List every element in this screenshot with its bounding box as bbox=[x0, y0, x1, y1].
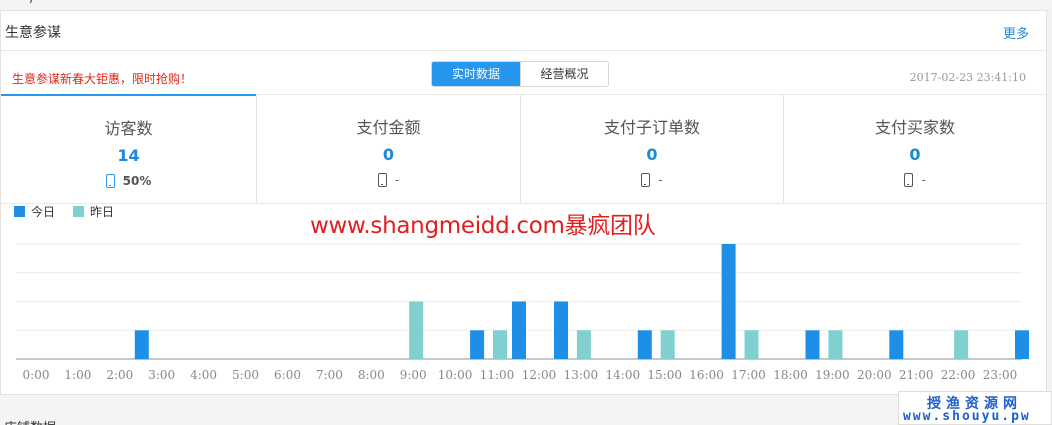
bar-today-20:00[interactable] bbox=[889, 330, 904, 360]
metric-sub-value: - bbox=[394, 173, 400, 187]
x-tick-label: 4:00 bbox=[190, 368, 217, 382]
bar-yesterday-17:00[interactable] bbox=[744, 330, 759, 360]
mobile-phone-icon bbox=[641, 173, 651, 187]
x-tick-label: 10:00 bbox=[438, 368, 473, 382]
chart-legend: 今日 昨日 bbox=[14, 203, 114, 220]
x-tick-label: 17:00 bbox=[731, 368, 766, 382]
metric-sub: - bbox=[521, 173, 783, 187]
x-tick-label: 14:00 bbox=[606, 368, 641, 382]
metric-sub: - bbox=[257, 173, 520, 187]
x-tick-label: 20:00 bbox=[857, 368, 892, 382]
timestamp: 2017-02-23 23:41:10 bbox=[909, 71, 1026, 84]
bar-today-2:00[interactable] bbox=[134, 330, 149, 360]
metric-sub-value: - bbox=[658, 173, 663, 187]
x-tick-label: 3:00 bbox=[148, 368, 175, 382]
x-tick-label: 11:00 bbox=[480, 368, 515, 382]
metric-value: 0 bbox=[909, 145, 921, 164]
promo-link[interactable]: 生意参谋新春大钜惠，限时抢购！ bbox=[12, 70, 192, 87]
bar-today-18:00[interactable] bbox=[805, 330, 820, 360]
bar-yesterday-19:00[interactable] bbox=[828, 330, 843, 360]
panel-title: 生意参谋 bbox=[5, 25, 61, 41]
site-badge: 授渔资源网 www.shouyu.pw bbox=[898, 391, 1052, 425]
bar-today-14:00[interactable] bbox=[637, 330, 652, 360]
legend-label-yesterday: 昨日 bbox=[90, 205, 115, 219]
metric-sub: 50% bbox=[1, 174, 256, 188]
bar-yesterday-15:00[interactable] bbox=[660, 330, 675, 360]
x-tick-label: 13:00 bbox=[564, 368, 599, 382]
x-tick-label: 19:00 bbox=[815, 368, 850, 382]
legend-swatch-yesterday bbox=[73, 206, 85, 217]
x-tick-label: 5:00 bbox=[232, 368, 259, 382]
x-tick-label: 18:00 bbox=[773, 368, 808, 382]
x-tick-label: 1:00 bbox=[64, 368, 91, 382]
mobile-phone-icon bbox=[377, 173, 387, 187]
bar-yesterday-9:00[interactable] bbox=[409, 301, 424, 360]
bar-today-10:00[interactable] bbox=[470, 330, 485, 360]
x-tick-label: 7:00 bbox=[316, 368, 343, 382]
metric-label: 支付子订单数 bbox=[603, 118, 700, 137]
bar-today-16:00[interactable] bbox=[721, 244, 736, 359]
x-tick-label: 8:00 bbox=[358, 368, 385, 382]
metric-value: 0 bbox=[646, 145, 658, 164]
metric-sub-value: 50% bbox=[122, 174, 152, 188]
x-tick-label: 16:00 bbox=[689, 368, 724, 382]
page-root: ——/ 生意参谋 更多 生意参谋新春大钜惠，限时抢购！ 实时数据 经营概况 20… bbox=[0, 0, 1052, 425]
top-strip-text: ——/ bbox=[4, 0, 34, 6]
top-strip: ——/ bbox=[0, 0, 1052, 10]
metric-sub: - bbox=[784, 173, 1046, 187]
bar-today-23:00[interactable] bbox=[1015, 330, 1029, 360]
x-tick-label: 0:00 bbox=[23, 368, 50, 382]
watermark-text: www.shangmeidd.com暴疯团队 bbox=[310, 213, 656, 239]
metric-paid-suborders[interactable]: 支付子订单数 0 - bbox=[520, 95, 783, 203]
metric-label: 访客数 bbox=[104, 119, 153, 138]
x-tick-label: 21:00 bbox=[899, 368, 934, 382]
x-tick-label: 6:00 bbox=[274, 368, 301, 382]
mobile-phone-icon bbox=[904, 173, 914, 187]
metric-label: 支付金额 bbox=[356, 118, 421, 137]
x-tick-label: 23:00 bbox=[983, 368, 1018, 382]
hourly-bar-chart: 0:00 1:00 2:00 3:00 4:00 5:00 6:00 7:00 8:00 9:00… bbox=[16, 243, 1029, 382]
metric-paying-buyers[interactable]: 支付买家数 0 - bbox=[783, 95, 1046, 203]
x-tick-label: 15:00 bbox=[647, 368, 682, 382]
metric-value: 14 bbox=[117, 146, 140, 165]
tab-group: 实时数据 经营概况 bbox=[431, 61, 609, 87]
metric-value: 0 bbox=[382, 145, 395, 164]
x-tick-label: 22:00 bbox=[941, 368, 976, 382]
legend-swatch-today bbox=[14, 206, 25, 217]
bar-yesterday-22:00[interactable] bbox=[954, 330, 969, 360]
metric-visitors[interactable]: 访客数 14 50% bbox=[1, 94, 256, 202]
tab-business-overview[interactable]: 经营概况 bbox=[520, 62, 608, 86]
legend-label-today: 今日 bbox=[31, 205, 56, 219]
bar-today-11:00[interactable] bbox=[512, 301, 526, 360]
bottom-strip: 店铺数据 bbox=[0, 397, 1052, 425]
x-tick-label: 2:00 bbox=[106, 368, 133, 382]
mobile-phone-icon bbox=[105, 174, 115, 188]
bottom-strip-text: 店铺数据 bbox=[4, 417, 56, 425]
metric-payment-amount[interactable]: 支付金额 0 - bbox=[256, 95, 520, 203]
x-tick-label: 9:00 bbox=[400, 368, 427, 382]
metrics-row: 访客数 14 50% 支付金额 0 - 支付子订单数 0 - 支付买家数 0 - bbox=[1, 94, 1046, 204]
bar-yesterday-11:00[interactable] bbox=[493, 330, 507, 360]
panel-header: 生意参谋 更多 bbox=[1, 11, 1046, 51]
tab-realtime-data[interactable]: 实时数据 bbox=[432, 62, 520, 86]
more-link[interactable]: 更多 bbox=[1003, 23, 1029, 42]
x-tick-label: 12:00 bbox=[522, 368, 557, 382]
bar-today-12:00[interactable] bbox=[554, 301, 568, 360]
legend-item-yesterday[interactable]: 昨日 bbox=[73, 203, 114, 220]
legend-item-today[interactable]: 今日 bbox=[14, 203, 55, 220]
bar-yesterday-13:00[interactable] bbox=[576, 330, 591, 360]
metric-label: 支付买家数 bbox=[874, 118, 955, 137]
metric-sub-value: - bbox=[921, 173, 926, 187]
badge-url: www.shouyu.pw bbox=[903, 409, 1031, 424]
